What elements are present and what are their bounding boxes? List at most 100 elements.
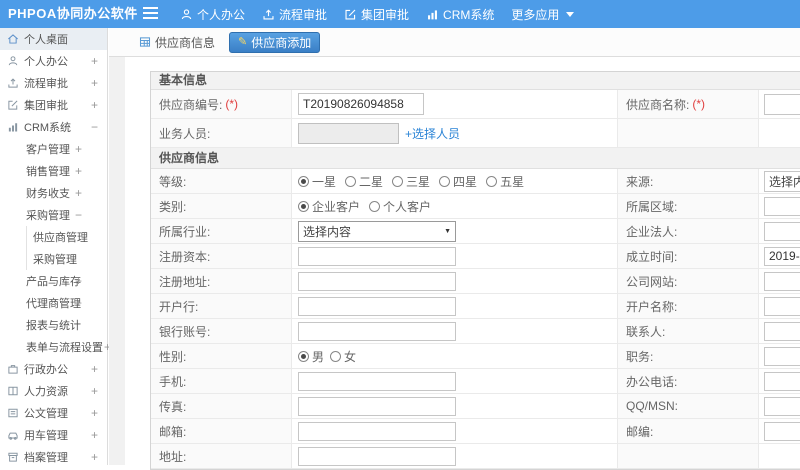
sidebar-item-customer-mgmt[interactable]: 客户管理 + xyxy=(0,138,107,160)
mobile-input[interactable] xyxy=(298,372,456,391)
select-staff-link[interactable]: +选择人员 xyxy=(405,125,460,142)
qq-msn-label: QQ/MSN: xyxy=(626,399,678,413)
main-content: 基本信息 供应商编号: (*) 供应商名称: (*) 业务人员: xyxy=(125,57,800,465)
level-radio-group: 一星 二星 三星 四星 五星 xyxy=(298,173,524,190)
position-label: 职务: xyxy=(626,348,653,365)
address-input[interactable] xyxy=(298,447,456,466)
account-name-label: 开户名称: xyxy=(626,298,677,315)
row-account-contact: 银行账号: 联系人: xyxy=(151,319,800,344)
legal-person-input[interactable] xyxy=(764,222,800,241)
radio-icon xyxy=(345,176,356,187)
supplier-code-input[interactable] xyxy=(298,93,424,115)
sidebar-item-form-workflow-settings[interactable]: 表单与流程设置 + xyxy=(0,336,107,358)
section-header-supplier-info: 供应商信息 xyxy=(151,148,800,169)
supplier-name-input[interactable] xyxy=(764,94,800,115)
nav-crm-system[interactable]: CRM系统 xyxy=(422,0,498,28)
sidebar-item-reports-stats[interactable]: 报表与统计 xyxy=(0,314,107,336)
bank-input[interactable] xyxy=(298,297,456,316)
bank-account-input[interactable] xyxy=(298,322,456,341)
supplier-code-label: 供应商编号: xyxy=(159,96,222,113)
position-input[interactable] xyxy=(764,347,800,366)
sidebar: 个人桌面 个人办公 + 流程审批 + 集团审批 + CRM系统 − 客户管理 +… xyxy=(0,28,108,465)
sidebar-item-supplier-mgmt[interactable]: 供应商管理 xyxy=(0,226,107,248)
category-radio-group: 企业客户 个人客户 xyxy=(298,198,431,215)
radio-five-star[interactable]: 五星 xyxy=(486,173,524,190)
zip-code-input[interactable] xyxy=(764,422,800,441)
radio-personal-customer[interactable]: 个人客户 xyxy=(369,198,431,215)
source-select[interactable]: 选择内容▼ xyxy=(764,171,800,192)
row-industry-legal: 所属行业: 选择内容▼ 企业法人: xyxy=(151,219,800,244)
row-category-region: 类别: 企业客户 个人客户 所属区域: xyxy=(151,194,800,219)
bar-chart-icon xyxy=(7,121,19,133)
sidebar-item-workflow-approval[interactable]: 流程审批 + xyxy=(0,72,107,94)
radio-one-star[interactable]: 一星 xyxy=(298,173,336,190)
sidebar-item-sales-mgmt[interactable]: 销售管理 + xyxy=(0,160,107,182)
sidebar-item-vehicle-mgmt[interactable]: 用车管理 + xyxy=(0,424,107,446)
radio-enterprise-customer[interactable]: 企业客户 xyxy=(298,198,360,215)
region-label: 所属区域: xyxy=(626,198,677,215)
tab-bar: 供应商信息 ✎ 供应商添加 xyxy=(109,28,800,57)
sidebar-item-personal-office[interactable]: 个人办公 + xyxy=(0,50,107,72)
archive-icon xyxy=(7,451,19,463)
founded-date-input[interactable] xyxy=(764,247,800,266)
radio-icon xyxy=(486,176,497,187)
sidebar-item-document-mgmt[interactable]: 公文管理 + xyxy=(0,402,107,424)
nav-workflow-approval[interactable]: 流程审批 xyxy=(258,0,331,28)
office-phone-input[interactable] xyxy=(764,372,800,391)
account-name-input[interactable] xyxy=(764,297,800,316)
sidebar-item-agent-mgmt[interactable]: 代理商管理 + xyxy=(0,292,107,314)
user-icon xyxy=(7,55,19,67)
radio-two-star[interactable]: 二星 xyxy=(345,173,383,190)
fax-label: 传真: xyxy=(159,398,186,415)
sidebar-item-group-approval[interactable]: 集团审批 + xyxy=(0,94,107,116)
radio-four-star[interactable]: 四星 xyxy=(439,173,477,190)
radio-female[interactable]: 女 xyxy=(330,348,356,365)
sidebar-item-personal-desktop[interactable]: 个人桌面 xyxy=(0,28,107,50)
zip-code-label: 邮编: xyxy=(626,423,653,440)
sidebar-item-human-resources[interactable]: 人力资源 + xyxy=(0,380,107,402)
website-input[interactable] xyxy=(764,272,800,291)
nav-more-apps[interactable]: 更多应用 xyxy=(507,0,578,28)
radio-icon xyxy=(439,176,450,187)
home-icon xyxy=(7,33,19,45)
radio-three-star[interactable]: 三星 xyxy=(392,173,430,190)
contact-input[interactable] xyxy=(764,322,800,341)
sidebar-item-crm-system[interactable]: CRM系统 − xyxy=(0,116,107,138)
mobile-label: 手机: xyxy=(159,373,186,390)
qq-msn-input[interactable] xyxy=(764,397,800,416)
topbar: PHPOA协同办公软件 个人办公 流程审批 集团审批 CRM系统 更多应用 xyxy=(0,0,800,28)
table-icon xyxy=(139,36,151,48)
bank-account-label: 银行账号: xyxy=(159,323,210,340)
sidebar-item-finance[interactable]: 财务收支 + xyxy=(0,182,107,204)
business-staff-label: 业务人员: xyxy=(159,125,210,142)
radio-icon xyxy=(392,176,403,187)
fax-input[interactable] xyxy=(298,397,456,416)
sidebar-item-product-inventory[interactable]: 产品与库存 + xyxy=(0,270,107,292)
gender-radio-group: 男 女 xyxy=(298,348,356,365)
registered-capital-input[interactable] xyxy=(298,247,456,266)
pencil-icon: ✎ xyxy=(238,37,247,48)
industry-select[interactable]: 选择内容▼ xyxy=(298,221,456,242)
bank-label: 开户行: xyxy=(159,298,198,315)
car-icon xyxy=(7,429,19,441)
region-input[interactable] xyxy=(764,197,800,216)
sidebar-item-purchase-mgmt[interactable]: 采购管理 − xyxy=(0,204,107,226)
email-input[interactable] xyxy=(298,422,456,441)
business-staff-input[interactable] xyxy=(298,123,399,144)
row-capital-founded: 注册资本: 成立时间: xyxy=(151,244,800,269)
tab-supplier-list[interactable]: 供应商信息 xyxy=(134,32,220,52)
website-label: 公司网站: xyxy=(626,273,677,290)
nav-personal-office[interactable]: 个人办公 xyxy=(176,0,249,28)
registered-capital-label: 注册资本: xyxy=(159,248,210,265)
tab-supplier-add[interactable]: ✎ 供应商添加 xyxy=(229,32,320,53)
registered-address-input[interactable] xyxy=(298,272,456,291)
legal-person-label: 企业法人: xyxy=(626,223,677,240)
top-navigation: 个人办公 流程审批 集团审批 CRM系统 更多应用 xyxy=(176,0,578,28)
sidebar-item-purchase-sub[interactable]: 采购管理 xyxy=(0,248,107,270)
upload-icon xyxy=(7,77,19,89)
nav-group-approval[interactable]: 集团审批 xyxy=(340,0,413,28)
sidebar-item-admin-office[interactable]: 行政办公 + xyxy=(0,358,107,380)
hamburger-menu-icon[interactable] xyxy=(143,7,158,20)
radio-male[interactable]: 男 xyxy=(298,348,324,365)
address-label: 地址: xyxy=(159,448,186,465)
